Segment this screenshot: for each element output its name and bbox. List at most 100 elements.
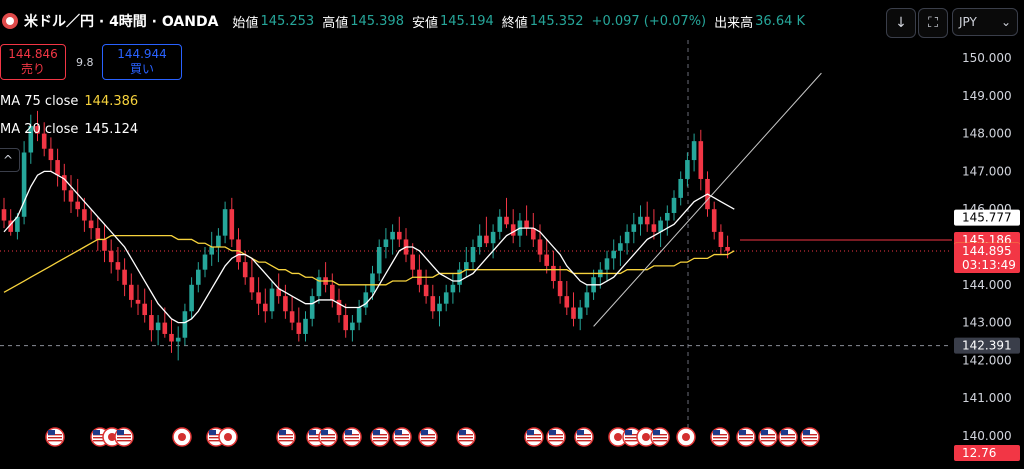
- us-event-icon[interactable]: [418, 427, 438, 447]
- candle-body: [149, 315, 154, 331]
- buy-button[interactable]: 144.944 買い: [102, 44, 182, 80]
- price-badge-text: 144.895: [962, 244, 1012, 258]
- candle-body: [115, 262, 121, 270]
- candle-body: [410, 254, 415, 270]
- candle-body: [698, 141, 704, 179]
- us-event-icon[interactable]: [650, 427, 670, 447]
- symbol-title[interactable]: 米ドル／円 · 4時間 · OANDA: [24, 11, 218, 31]
- y-tick-label: 141.000: [962, 391, 1012, 405]
- candle-body: [108, 250, 114, 263]
- high-value: 145.398: [350, 13, 404, 29]
- change-value: +0.097 (+0.07%): [591, 13, 707, 29]
- y-tick-label: 140.000: [962, 429, 1012, 443]
- us-event-icon[interactable]: [45, 427, 65, 447]
- indicator-ma75[interactable]: MA 75 close 144.386: [0, 94, 138, 109]
- us-event-icon[interactable]: [736, 427, 756, 447]
- jp-event-icon[interactable]: [218, 427, 238, 447]
- y-tick-label: 149.000: [962, 89, 1012, 103]
- candle-body: [95, 228, 101, 240]
- currency-select[interactable]: JPY ⌄: [952, 8, 1018, 36]
- high-label: 高値: [322, 15, 349, 31]
- candle-body: [122, 269, 127, 285]
- us-event-icon[interactable]: [710, 427, 730, 447]
- us-event-icon[interactable]: [392, 427, 412, 447]
- jp-event-icon[interactable]: [172, 427, 192, 447]
- us-event-icon[interactable]: [456, 427, 476, 447]
- candle-body: [477, 235, 482, 247]
- candle-body: [470, 247, 476, 263]
- jp-event-icon[interactable]: [676, 427, 696, 447]
- download-icon: ↓: [895, 15, 907, 31]
- us-event-icon[interactable]: [800, 427, 820, 447]
- candle-body: [658, 220, 663, 232]
- fullscreen-button[interactable]: ⛶: [918, 8, 948, 38]
- volume-value: 36.64 K: [755, 13, 806, 29]
- candle-body: [651, 224, 657, 232]
- indicator-ma20-name: MA 20 close: [0, 122, 79, 137]
- collapse-indicators-button[interactable]: ^: [0, 148, 20, 172]
- candle-body: [691, 141, 697, 161]
- candle-body: [618, 243, 623, 251]
- indicator-ma20[interactable]: MA 20 close 145.124: [0, 122, 138, 137]
- candle-body: [631, 224, 637, 232]
- candle-body: [685, 160, 690, 179]
- us-event-icon[interactable]: [574, 427, 594, 447]
- candle-body: [283, 296, 288, 312]
- us-event-icon[interactable]: [342, 427, 362, 447]
- us-event-icon[interactable]: [778, 427, 798, 447]
- candle-body: [484, 235, 489, 244]
- ma20-line: [3, 170, 735, 324]
- candle-body: [155, 322, 161, 331]
- us-event-icon[interactable]: [318, 427, 338, 447]
- sell-button[interactable]: 144.846 売り: [0, 44, 66, 80]
- candle-body: [524, 220, 529, 229]
- y-tick-label: 143.000: [962, 316, 1012, 330]
- candle-body: [571, 307, 576, 319]
- fullscreen-icon: ⛶: [928, 15, 938, 31]
- candle-body: [464, 262, 469, 270]
- trend-line: [593, 72, 822, 327]
- candle-body: [638, 216, 643, 225]
- candle-body: [82, 209, 87, 221]
- candle-body: [88, 220, 94, 229]
- candle-body: [490, 231, 496, 244]
- candle-body: [383, 239, 389, 247]
- low-value: 145.194: [440, 13, 494, 29]
- us-event-icon[interactable]: [546, 427, 566, 447]
- candle-body: [75, 201, 80, 210]
- candle-body: [430, 296, 436, 312]
- candle-body: [303, 318, 308, 334]
- candle-body: [249, 277, 255, 293]
- candle-body: [531, 228, 536, 240]
- download-button[interactable]: ↓: [886, 8, 916, 38]
- candle-body: [135, 299, 141, 304]
- candle-body: [537, 239, 543, 255]
- candle-body: [209, 247, 214, 255]
- candle-body: [216, 235, 221, 247]
- us-event-icon[interactable]: [370, 427, 390, 447]
- candle-body: [343, 315, 348, 331]
- y-tick-label: 150.000: [962, 51, 1012, 65]
- chart-header: 米ドル／円 · 4時間 · OANDA 始値 145.253 高値 145.398 …: [0, 6, 890, 36]
- candle-body: [142, 303, 147, 316]
- y-tick-label: 148.000: [962, 127, 1012, 141]
- candle-body: [497, 216, 503, 232]
- price-badge-text: 142.391: [962, 339, 1012, 353]
- candle-body: [604, 258, 610, 270]
- chevron-down-icon: ⌄: [1000, 15, 1011, 29]
- us-event-icon[interactable]: [524, 427, 544, 447]
- candle-body: [102, 239, 107, 251]
- us-event-icon[interactable]: [276, 427, 296, 447]
- candle-body: [222, 209, 228, 236]
- y-tick-label: 147.000: [962, 164, 1012, 178]
- candle-body: [443, 292, 449, 304]
- us-event-icon[interactable]: [114, 427, 134, 447]
- close-value: 145.352: [529, 13, 584, 29]
- candle-body: [551, 265, 556, 282]
- candle-body: [544, 254, 549, 266]
- candle-body: [725, 247, 730, 251]
- candle-body: [350, 322, 355, 331]
- us-event-icon[interactable]: [758, 427, 778, 447]
- candle-body: [229, 209, 235, 240]
- candle-body: [202, 254, 208, 270]
